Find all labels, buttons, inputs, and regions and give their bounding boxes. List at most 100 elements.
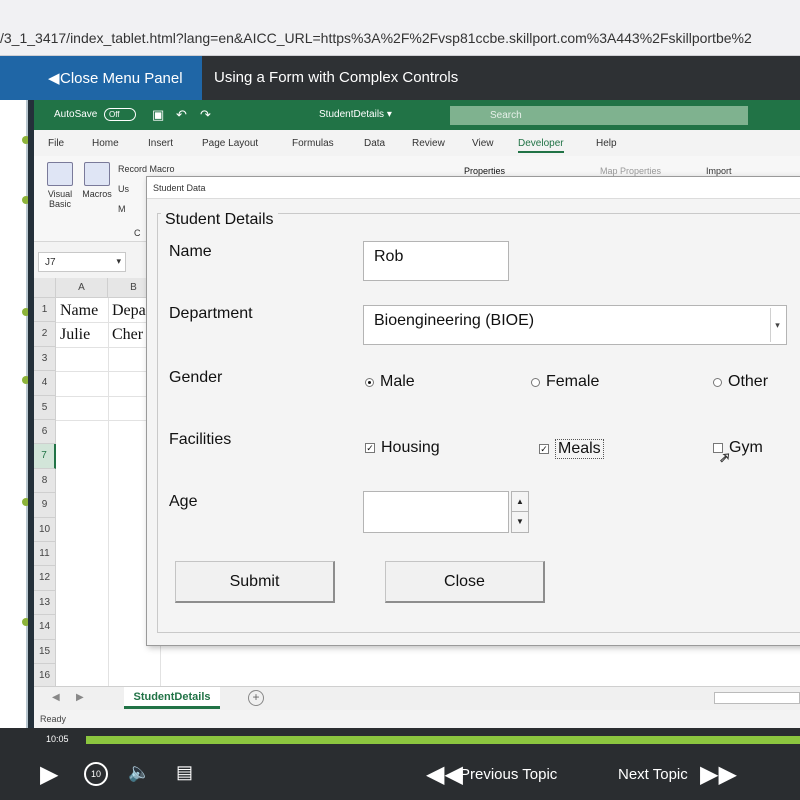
sheet-tab-bar: ◀ ▶ StudentDetails + — [34, 686, 800, 710]
sheet-prev-icon[interactable]: ◀ — [52, 692, 60, 703]
age-label: Age — [169, 493, 198, 510]
tab-formulas[interactable]: Formulas — [292, 138, 334, 149]
row-header[interactable]: 13 — [34, 590, 56, 616]
tab-insert[interactable]: Insert — [148, 138, 173, 149]
row-header[interactable]: 4 — [34, 371, 56, 396]
cell-a1[interactable]: Name — [60, 302, 98, 320]
sheet-tab-studentdetails[interactable]: StudentDetails — [124, 687, 220, 709]
macros-icon — [84, 162, 110, 186]
facility-checkbox-meals[interactable]: ✓ Meals — [539, 439, 604, 459]
autosave-toggle[interactable]: Off — [104, 108, 136, 121]
cell-b1[interactable]: Depa — [112, 302, 146, 320]
tab-review[interactable]: Review — [412, 138, 445, 149]
sheet-next-icon[interactable]: ▶ — [76, 692, 84, 703]
row-header[interactable]: 10 — [34, 517, 56, 542]
facility-checkbox-housing[interactable]: ✓ Housing — [365, 439, 440, 457]
tab-file[interactable]: File — [48, 138, 64, 149]
gridline — [108, 298, 109, 688]
tab-data[interactable]: Data — [364, 138, 385, 149]
name-field[interactable]: Rob — [363, 241, 509, 281]
volume-icon[interactable]: 🔈 — [128, 762, 150, 783]
next-topic-button[interactable]: Next Topic — [618, 766, 688, 783]
previous-topic-button[interactable]: Previous Topic — [460, 766, 557, 783]
visual-basic-button[interactable]: Visual Basic — [42, 162, 78, 209]
facility-label: Gym — [729, 439, 763, 456]
search-box[interactable]: Search — [450, 106, 748, 125]
close-menu-panel-button[interactable]: ◀ Close Menu Panel — [0, 56, 202, 100]
tab-home[interactable]: Home — [92, 138, 119, 149]
gender-radio-other[interactable]: Other — [713, 373, 768, 391]
horizontal-scrollbar[interactable] — [714, 692, 800, 704]
age-spin-button[interactable]: ▲ ▼ — [511, 491, 529, 533]
chevron-down-icon[interactable]: ▾ — [770, 308, 784, 342]
visual-basic-icon — [47, 162, 73, 186]
next-topic-icon[interactable]: ▶▶ — [700, 760, 737, 789]
row-header[interactable]: 14 — [34, 615, 56, 640]
row-header[interactable]: 11 — [34, 542, 56, 567]
tab-page-layout[interactable]: Page Layout — [202, 138, 258, 149]
column-header[interactable]: A — [56, 278, 108, 298]
radio-selected-icon — [365, 377, 374, 387]
spin-up-icon[interactable]: ▲ — [512, 492, 528, 512]
progress-fill — [86, 736, 800, 744]
checkbox-checked-icon: ✓ — [539, 444, 549, 454]
frame-label: Student Details — [161, 211, 278, 229]
tab-help[interactable]: Help — [596, 138, 617, 149]
progress-bar[interactable] — [86, 736, 800, 744]
row-header[interactable]: 3 — [34, 346, 56, 372]
department-combobox[interactable]: Bioengineering (BIOE) ▾ — [363, 305, 787, 345]
select-all-corner[interactable] — [34, 278, 56, 298]
row-header-selected[interactable]: 7 — [34, 444, 56, 469]
document-name[interactable]: StudentDetails ▾ — [319, 109, 392, 120]
properties-button[interactable]: Properties — [464, 166, 505, 176]
department-value: Bioengineering (BIOE) — [374, 312, 535, 329]
row-header[interactable]: 16 — [34, 664, 56, 689]
row-header[interactable]: 15 — [34, 639, 56, 664]
age-field[interactable] — [363, 491, 509, 533]
tab-view[interactable]: View — [472, 138, 494, 149]
row-header[interactable]: 1 — [34, 298, 56, 323]
ribbon-tabs: File Home Insert Page Layout Formulas Da… — [34, 130, 800, 156]
facility-label: Meals — [555, 439, 604, 459]
previous-topic-icon[interactable]: ◀◀ — [426, 760, 463, 789]
url-text[interactable]: /3_1_3417/index_tablet.html?lang=en&AICC… — [0, 30, 752, 46]
macros-button[interactable]: Macros — [80, 162, 114, 199]
student-data-dialog: Student Data Student Details Name Rob De… — [146, 176, 800, 646]
row-header[interactable]: 6 — [34, 420, 56, 445]
status-text: Ready — [40, 714, 67, 724]
excel-title-bar: AutoSave Off ▣ ↶ ↷ StudentDetails ▾ Sear… — [34, 100, 800, 130]
checkbox-checked-icon: ✓ — [365, 443, 375, 453]
save-icon[interactable]: ▣ — [152, 107, 164, 123]
topic-title: Using a Form with Complex Controls — [214, 69, 459, 86]
spin-down-icon[interactable]: ▼ — [512, 512, 528, 532]
record-macro-button[interactable]: Record Macro — [118, 164, 175, 174]
tab-developer[interactable]: Developer — [518, 138, 564, 153]
undo-icon[interactable]: ↶ — [176, 107, 187, 123]
menu-panel-strip — [0, 100, 30, 750]
transcript-icon[interactable]: ▤ — [176, 762, 193, 783]
row-header[interactable]: 8 — [34, 468, 56, 494]
name-box[interactable]: J7 ▾ — [38, 252, 126, 272]
play-icon[interactable]: ▶ — [40, 760, 58, 789]
add-sheet-icon[interactable]: + — [248, 690, 264, 706]
replay-10-icon[interactable]: 10 — [84, 762, 108, 786]
gender-option-label: Male — [380, 373, 415, 390]
map-properties-button[interactable]: Map Properties — [600, 166, 661, 176]
mouse-cursor-icon: ➚ — [719, 449, 732, 466]
gender-radio-male[interactable]: Male — [365, 373, 415, 391]
close-button[interactable]: Close — [385, 561, 545, 603]
macro-security-button[interactable]: M — [118, 204, 126, 214]
cell-b2[interactable]: Cher — [112, 326, 143, 344]
cell-a2[interactable]: Julie — [60, 326, 90, 344]
close-menu-panel-label: Close Menu Panel — [60, 69, 183, 87]
submit-button[interactable]: Submit — [175, 561, 335, 603]
use-relative-button[interactable]: Us — [118, 184, 129, 194]
redo-icon[interactable]: ↷ — [200, 107, 211, 123]
import-button[interactable]: Import — [706, 166, 732, 176]
autosave-label: AutoSave — [54, 109, 98, 120]
row-header[interactable]: 12 — [34, 566, 56, 591]
row-header[interactable]: 2 — [34, 322, 56, 347]
gender-radio-female[interactable]: Female — [531, 373, 599, 391]
row-header[interactable]: 5 — [34, 395, 56, 420]
row-header[interactable]: 9 — [34, 493, 56, 518]
